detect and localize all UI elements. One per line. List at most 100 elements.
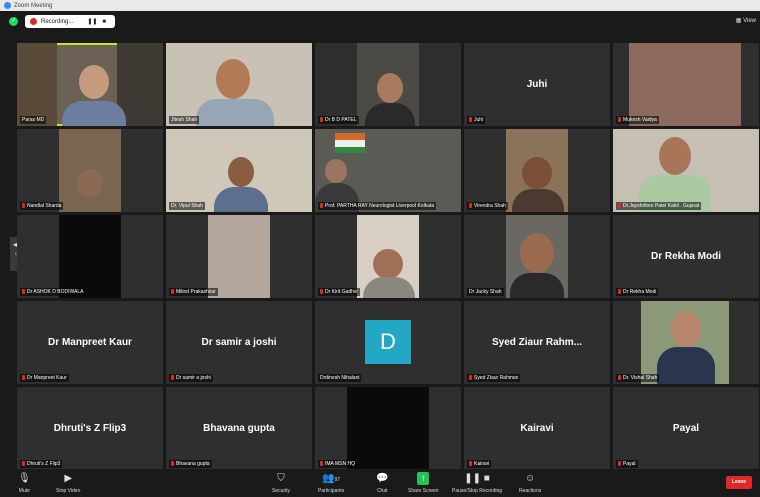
flag-image — [335, 147, 365, 153]
participant-tile[interactable]: Virendra Shah — [464, 129, 610, 212]
participant-name-label: Dhruti's Z Flip3 — [20, 460, 63, 468]
participant-display-name: Dr samir a joshi — [201, 337, 277, 348]
share-screen-button[interactable]: ↑ Share Screen — [408, 472, 439, 494]
participant-body — [62, 101, 126, 126]
participant-tile[interactable]: Nandlal Sharda — [17, 129, 163, 212]
chat-button[interactable]: 💬 Chat — [376, 472, 388, 494]
microphone-icon: 🎙 — [18, 473, 31, 484]
participant-tile[interactable]: Paras MD — [17, 43, 163, 126]
participant-tile[interactable]: Mukesh Vaidya — [613, 43, 759, 126]
participant-body — [510, 273, 564, 298]
participant-tile[interactable]: D Drdinesh Nihalani — [315, 301, 461, 384]
reactions-icon: ☺ — [525, 473, 536, 484]
muted-mic-icon — [469, 203, 472, 209]
participant-tile[interactable]: Juhi Juhi — [464, 43, 610, 126]
participant-tile[interactable]: Dr ASHOK D BODIWALA — [17, 215, 163, 298]
participant-tile[interactable]: Dr Manpreet Kaur Dr Manpreet Kaur — [17, 301, 163, 384]
participant-display-name: Payal — [672, 423, 700, 434]
participant-tile[interactable]: Dr.Jayshriben Patel Kalol . Gujarat — [613, 129, 759, 212]
reactions-button[interactable]: ☺ Reactions — [519, 472, 541, 494]
participant-face — [228, 157, 254, 187]
participant-tile[interactable]: Dr B D PATEL — [315, 43, 461, 126]
muted-mic-icon — [171, 289, 174, 295]
stop-video-button[interactable]: ▶ Stop Video — [56, 472, 80, 494]
participant-display-name: Bhavana gupta — [203, 423, 275, 434]
share-screen-icon: ↑ — [417, 472, 430, 485]
participant-name-label: Dr Rekha Modi — [616, 288, 659, 296]
participant-tile[interactable]: Dr Kirit Gadhvi — [315, 215, 461, 298]
participant-tile[interactable]: Dr. Vishal Shah — [613, 301, 759, 384]
pause-stop-recording-button[interactable]: ❚❚ ■ Pause/Stop Recording — [452, 472, 502, 494]
stop-recording-icon[interactable]: ■ — [102, 19, 106, 25]
meeting-topbar: ✓ Recording... ❚❚ ■ ▦ View — [0, 11, 760, 32]
participant-tile[interactable]: Dr Jacky Shah — [464, 215, 610, 298]
muted-mic-icon — [469, 117, 472, 123]
participant-name-label: Dr Kirit Gadhvi — [318, 288, 360, 296]
participant-name-label: Syed Ziaur Rahman — [467, 374, 521, 382]
participant-tile[interactable]: Dr samir a joshi Dr samir a joshi — [166, 301, 312, 384]
participant-name-label: Dr.Jayshriben Patel Kalol . Gujarat — [616, 202, 702, 210]
participant-name-label: Dr Jacky Shah — [467, 288, 504, 296]
participant-tile[interactable]: Syed Ziaur Rahm... Syed Ziaur Rahman — [464, 301, 610, 384]
participant-avatar: D — [365, 320, 411, 364]
security-shield-icon[interactable]: ✓ — [9, 17, 18, 26]
leave-button[interactable]: Leave — [726, 476, 752, 489]
participant-tile[interactable]: Milind Prakashkar — [166, 215, 312, 298]
participant-body — [657, 347, 715, 384]
participant-tile[interactable]: Prof. PARTHA RAY Neurologist Liverpool K… — [315, 129, 461, 212]
participant-name-label: Payal — [616, 460, 638, 468]
video-background — [347, 387, 429, 470]
muted-mic-icon — [22, 203, 25, 209]
participant-name-label: Nandlal Sharda — [20, 202, 64, 210]
pause-recording-icon[interactable]: ❚❚ — [87, 18, 97, 25]
participant-face — [377, 73, 403, 103]
participant-display-name: Dr Manpreet Kaur — [48, 337, 132, 348]
muted-mic-icon — [320, 117, 323, 123]
participant-display-name: Dr Rekha Modi — [650, 251, 721, 262]
muted-mic-icon — [171, 461, 174, 467]
muted-mic-icon — [171, 375, 174, 381]
muted-mic-icon — [469, 461, 472, 467]
grid-view-icon: ▦ — [735, 18, 744, 24]
participant-face — [216, 59, 250, 99]
participant-tile[interactable]: Kairavi Kairavi — [464, 387, 610, 470]
participants-icon: 👥97 — [322, 473, 341, 484]
participant-name-label: Milind Prakashkar — [169, 288, 218, 296]
muted-mic-icon — [22, 461, 25, 467]
participant-name-label: Virendra Shah — [467, 202, 508, 210]
muted-mic-icon — [22, 289, 25, 295]
mute-button[interactable]: 🎙 Mute — [18, 472, 31, 494]
muted-mic-icon — [320, 461, 323, 467]
video-background — [17, 43, 57, 126]
participant-body — [214, 187, 268, 212]
participant-name-label: Juhi — [467, 116, 486, 124]
pause-stop-icon: ❚❚ ■ — [464, 473, 490, 484]
muted-mic-icon — [469, 375, 472, 381]
participants-button[interactable]: 👥97 Participants — [318, 472, 344, 494]
view-button[interactable]: ▦ View — [736, 17, 756, 24]
participant-name-label: Dr samir a joshi — [169, 374, 213, 382]
participant-name-label: Paras MD — [20, 116, 47, 124]
recording-label: Recording... — [41, 18, 74, 25]
participant-face — [77, 169, 103, 197]
participant-body — [365, 103, 415, 126]
participant-display-name: Kairavi — [520, 423, 554, 434]
participant-name-label: Prof. PARTHA RAY Neurologist Liverpool K… — [318, 202, 437, 210]
participant-name-label: Kairavi — [467, 460, 492, 468]
participant-tile[interactable]: Dr. Vipul Shah — [166, 129, 312, 212]
video-background — [208, 215, 270, 298]
muted-mic-icon — [618, 117, 621, 123]
video-camera-icon: ▶ — [64, 473, 73, 484]
participant-tile[interactable]: Payal Payal — [613, 387, 759, 470]
participant-tile[interactable]: Bhavana gupta Bhavana gupta — [166, 387, 312, 470]
flag-image — [335, 140, 365, 147]
muted-mic-icon — [618, 375, 621, 381]
participant-tile[interactable]: Dhruti's Z Flip3 Dhruti's Z Flip3 — [17, 387, 163, 470]
participant-tile[interactable]: Dr Rekha Modi Dr Rekha Modi — [613, 215, 759, 298]
participant-name-label: Jitesh Shah — [169, 116, 200, 124]
participant-tile[interactable]: Jitesh Shah — [166, 43, 312, 126]
participant-tile[interactable]: IMA MSN HQ — [315, 387, 461, 470]
security-button[interactable]: ⛉ Security — [272, 472, 290, 494]
participant-face — [79, 65, 109, 99]
muted-mic-icon — [618, 289, 621, 295]
